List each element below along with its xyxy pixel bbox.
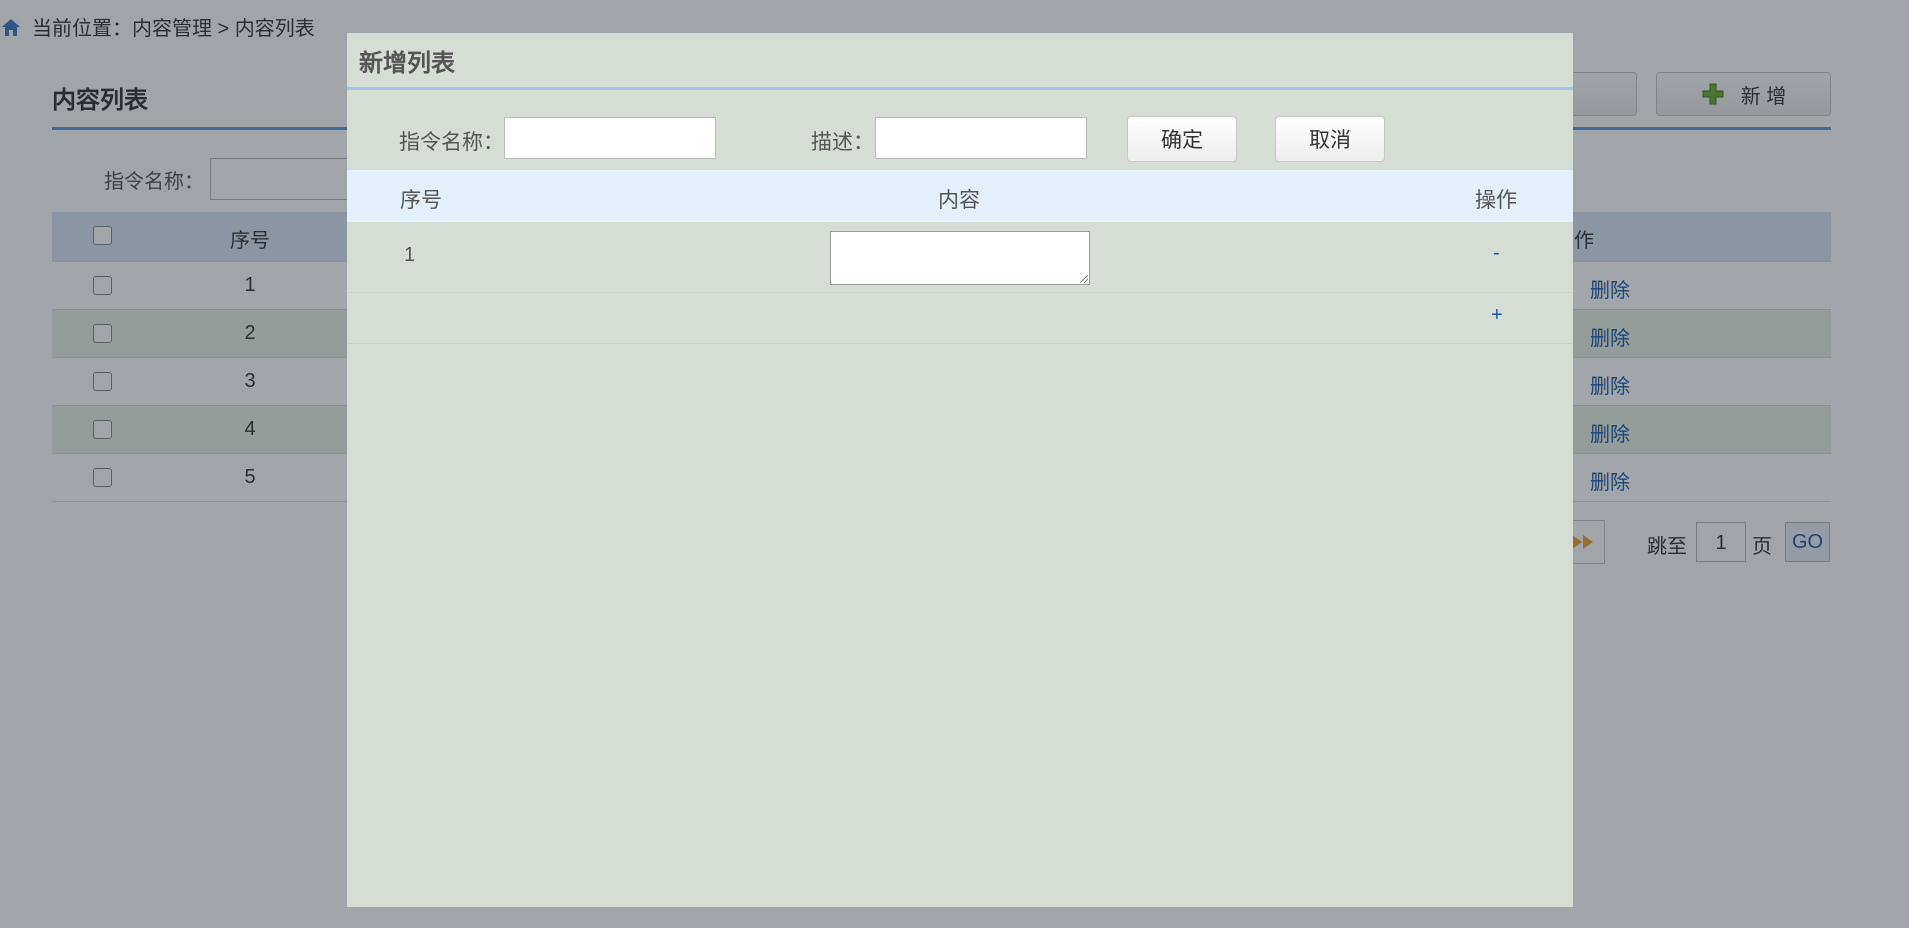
dialog-header-content: 内容 <box>938 189 980 212</box>
dialog-title-divider <box>347 87 1573 90</box>
cancel-button[interactable]: 取消 <box>1275 116 1385 162</box>
desc-input[interactable] <box>875 117 1087 159</box>
add-list-dialog: 新增列表 指令名称： 描述： 确定 取消 序号 内容 操作 1 - + <box>347 33 1573 907</box>
dialog-title: 新增列表 <box>359 50 455 77</box>
name-label: 指令名称： <box>399 131 504 154</box>
dialog-table-header: 序号 内容 操作 <box>347 170 1573 222</box>
desc-label: 描述： <box>811 131 874 154</box>
confirm-button[interactable]: 确定 <box>1127 116 1237 162</box>
dialog-table-row: 1 - <box>347 222 1573 293</box>
name-input[interactable] <box>504 117 716 159</box>
dialog-header-op: 操作 <box>1475 189 1517 212</box>
content-textarea[interactable] <box>830 231 1090 285</box>
remove-row-button[interactable]: - <box>1493 242 1500 265</box>
dialog-add-row: + <box>347 293 1573 344</box>
dialog-header-seq: 序号 <box>400 189 442 212</box>
add-row-button[interactable]: + <box>1491 304 1503 327</box>
dialog-row-seq: 1 <box>404 244 416 266</box>
resize-grip-icon[interactable] <box>1080 275 1088 283</box>
